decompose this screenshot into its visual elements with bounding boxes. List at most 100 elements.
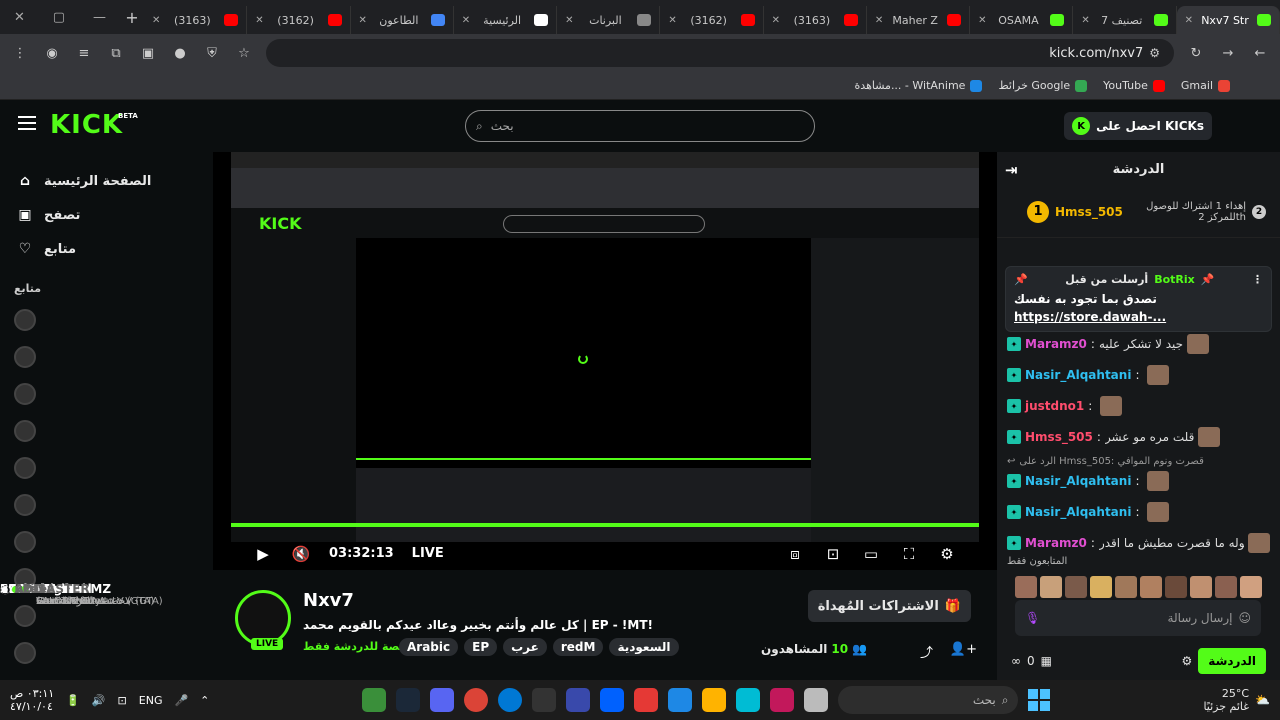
extension-icon[interactable]: ≡ xyxy=(74,43,94,63)
minimize-window-icon[interactable]: — xyxy=(93,10,106,25)
bookmark-item[interactable]: YouTube xyxy=(1103,79,1165,92)
close-tab-icon[interactable]: ✕ xyxy=(152,15,160,26)
get-kicks-button[interactable]: K احصل على KICKs xyxy=(1064,112,1212,140)
emote-icon[interactable] xyxy=(1090,576,1112,598)
emote-icon[interactable] xyxy=(1015,576,1037,598)
bot-name[interactable]: BotRix xyxy=(1154,273,1195,286)
epic-games-icon[interactable] xyxy=(532,688,557,712)
browser-tab[interactable]: ✕ البرنات xyxy=(557,6,661,34)
app-icon-3[interactable] xyxy=(634,688,659,712)
store-icon[interactable]: ▦ xyxy=(1041,654,1052,668)
emoji-icon[interactable]: ☺ xyxy=(1238,611,1251,625)
browser-tab[interactable]: ✕ Nxv7 Str xyxy=(1176,6,1280,34)
maximize-window-icon[interactable]: ▢ xyxy=(53,10,65,25)
chat-username[interactable]: justdno1 xyxy=(1025,399,1084,413)
mic-icon[interactable]: 🎙 xyxy=(1025,611,1040,625)
emote-icon[interactable] xyxy=(1240,576,1262,598)
back-icon[interactable]: ← xyxy=(1250,43,1270,63)
live-label[interactable]: LIVE xyxy=(412,546,444,561)
followed-channel[interactable]: 396brof2VALORANT xyxy=(0,301,199,607)
app-icon-4[interactable] xyxy=(668,688,693,712)
wifi-icon[interactable]: ⊡ xyxy=(118,694,127,707)
chat-message[interactable]: ✦ Nasir_Alqahtani: xyxy=(1007,500,1270,524)
chat-username[interactable]: Nasir_Alqahtani xyxy=(1025,474,1131,488)
clock[interactable]: ٠٣:١١ ص ٤٧/١٠/٠٤ xyxy=(10,687,54,713)
close-tab-icon[interactable]: ✕ xyxy=(668,15,676,26)
chat-username[interactable]: Nasir_Alqahtani xyxy=(1025,368,1131,382)
followed-channel[interactable]: 173iTVRZGartic Phone xyxy=(0,375,199,607)
close-tab-icon[interactable]: ✕ xyxy=(772,15,780,26)
chat-message[interactable]: ✦ justdno1: xyxy=(1007,394,1270,418)
volume-icon[interactable]: 🔊 xyxy=(92,694,106,707)
followed-channel[interactable]: 21 Holz Stumble Guys xyxy=(0,449,199,607)
emote-icon[interactable] xyxy=(1215,576,1237,598)
chat-username[interactable]: Maramz0 xyxy=(1025,337,1087,351)
stream-tag[interactable]: Arabic xyxy=(399,638,459,656)
followed-channel[interactable]: 68 KingSoul مخصصة للدردشة فقط xyxy=(0,412,199,607)
stream-tag[interactable]: EP xyxy=(464,638,498,656)
settings-gear-icon[interactable]: ⚙ xyxy=(937,545,957,563)
emote-icon[interactable] xyxy=(1140,576,1162,598)
theater-mode-icon[interactable]: ▭ xyxy=(861,545,881,563)
browser-tab[interactable]: ✕ OSAMA xyxy=(970,6,1074,34)
browser-tab[interactable]: ✕ (3162) xyxy=(247,6,351,34)
file-explorer-icon[interactable] xyxy=(804,688,829,712)
followed-channel[interactable]: 6 mamdouhMZ Grand Theft Auto V (GTA) xyxy=(0,486,199,607)
channel-points-icon[interactable]: ∞ xyxy=(1011,654,1021,668)
stream-tag[interactable]: عرب xyxy=(503,638,547,656)
close-tab-icon[interactable]: ✕ xyxy=(359,15,367,26)
video-player[interactable]: KICK ▶ 🔇 03:32:13 LIVE ⧈ ⊡ ▭ ⛶ ⚙ xyxy=(213,152,997,570)
emote-icon[interactable] xyxy=(1040,576,1062,598)
chat-input[interactable]: 🎙 إرسال رسالة ☺ xyxy=(1015,600,1261,636)
chat-message[interactable]: ✦ Hmss_505: قلت مره مو عشر xyxy=(1007,425,1270,449)
play-icon[interactable]: ▶ xyxy=(253,545,273,563)
chat-username[interactable]: Nasir_Alqahtani xyxy=(1025,505,1131,519)
close-tab-icon[interactable]: ✕ xyxy=(255,15,263,26)
chat-username[interactable]: Maramz0 xyxy=(1025,536,1087,550)
close-tab-icon[interactable]: ✕ xyxy=(1185,15,1193,26)
extensions-puzzle-icon[interactable]: ⧉ xyxy=(106,43,126,63)
app-icon-6[interactable] xyxy=(770,688,795,712)
chat-settings-icon[interactable]: ⚙ xyxy=(1182,654,1193,668)
site-settings-icon[interactable]: ⚙ xyxy=(1149,46,1160,60)
bookmark-item[interactable]: Gmail xyxy=(1181,79,1230,92)
reload-icon[interactable]: ↻ xyxy=(1186,43,1206,63)
chrome-icon[interactable] xyxy=(464,688,489,712)
extension-2-icon[interactable]: ▣ xyxy=(138,43,158,63)
browser-tab[interactable]: ✕ (3163) xyxy=(764,6,867,34)
pinned-link[interactable]: https://store.dawah-... xyxy=(1014,310,1263,324)
streamer-name[interactable]: Nxv7 xyxy=(303,590,354,611)
sidebar-nav-item[interactable]: ♡ متابع xyxy=(14,232,199,266)
kick-logo[interactable]: KICK xyxy=(50,110,123,140)
close-tab-icon[interactable]: ✕ xyxy=(875,15,883,26)
microphone-icon[interactable]: 🎤 xyxy=(174,694,188,707)
close-tab-icon[interactable]: ✕ xyxy=(462,15,470,26)
app-icon-2[interactable] xyxy=(566,688,591,712)
store-app-icon[interactable] xyxy=(702,688,727,712)
followed-channel[interactable]: ◌ Azeez xyxy=(0,582,199,671)
chat-send-button[interactable]: الدردشة xyxy=(1198,648,1266,674)
pinned-more-icon[interactable]: ⋮ xyxy=(1252,273,1263,286)
followed-channel[interactable]: 3 l3mmar مخصصة للدردشة فقط xyxy=(0,523,199,607)
weather-widget[interactable]: 25°C غائم جزئيًا ⛅ xyxy=(1203,687,1270,713)
collapse-chat-icon[interactable]: ⇥ xyxy=(1005,161,1018,179)
bookmark-star-icon[interactable]: ☆ xyxy=(234,43,254,63)
battery-icon[interactable]: 🔋 xyxy=(66,694,80,707)
hamburger-menu-icon[interactable] xyxy=(18,116,36,130)
pin-icon[interactable]: 📌 xyxy=(1014,273,1028,286)
emote-icon[interactable] xyxy=(1165,576,1187,598)
mute-icon[interactable]: 🔇 xyxy=(291,545,311,563)
close-tab-icon[interactable]: ✕ xyxy=(565,15,573,26)
discord-icon[interactable] xyxy=(430,688,455,712)
chat-message[interactable]: ↩ الرد على Hmss_505: قصرت ونوم الموافي ✦ Na… xyxy=(1007,456,1270,493)
miniplayer-icon[interactable]: ⊡ xyxy=(823,545,843,563)
dropbox-icon[interactable] xyxy=(600,688,625,712)
steam-icon[interactable] xyxy=(396,688,421,712)
bookmark-item[interactable]: خرائط Google xyxy=(998,79,1088,92)
fullscreen-icon[interactable]: ⛶ xyxy=(899,545,919,563)
browser-tab[interactable]: ✕ تصنيف 7 xyxy=(1073,6,1177,34)
sidebar-nav-item[interactable]: ▣ تصفح xyxy=(14,198,199,232)
profile-avatar-icon[interactable]: ◉ xyxy=(42,43,62,63)
emote-icon[interactable] xyxy=(1190,576,1212,598)
gift-subs-button[interactable]: الاشتراكات المُهداة 🎁 xyxy=(807,590,971,622)
